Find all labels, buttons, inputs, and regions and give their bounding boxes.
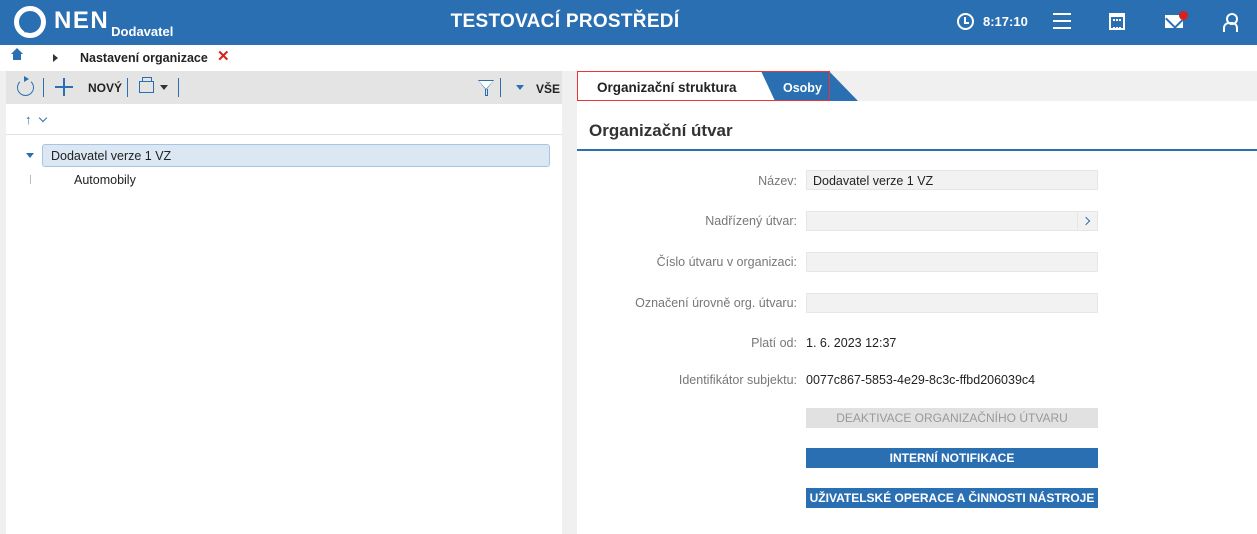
chevron-down-icon[interactable]: [516, 85, 524, 90]
toolbar-divider: [127, 78, 128, 97]
detail-panel: Organizační útvar Název: Dodavatel verze…: [577, 101, 1257, 534]
session-clock: 8:17:10: [957, 13, 1028, 30]
sort-up-icon[interactable]: ↑: [25, 112, 32, 127]
tree-node-child[interactable]: Automobily: [74, 173, 136, 187]
deactivate-unit-button[interactable]: DEAKTIVACE ORGANIZAČNÍHO ÚTVARU: [806, 408, 1098, 428]
filter-stem: [485, 89, 488, 96]
toolbar-divider: [178, 78, 179, 97]
valid-from-value: 1. 6. 2023 12:37: [806, 336, 897, 350]
tab-label[interactable]: Osoby: [783, 81, 822, 95]
tree-toolbar: NOVÝ VŠE: [6, 71, 562, 104]
field-label: Číslo útvaru v organizaci:: [656, 255, 797, 269]
toolbar-divider: [43, 78, 44, 97]
unit-number-field[interactable]: [806, 252, 1098, 272]
chevron-down-icon[interactable]: [38, 113, 48, 123]
clock-time: 8:17:10: [983, 14, 1028, 29]
panel-header: Organizační útvar: [577, 101, 1257, 151]
new-button[interactable]: NOVÝ: [88, 81, 122, 95]
close-icon[interactable]: ✕: [217, 49, 230, 64]
all-filter-button[interactable]: VŠE: [536, 82, 560, 96]
notification-dot: [1179, 11, 1188, 20]
unit-level-field[interactable]: [806, 293, 1098, 313]
tree-panel: NOVÝ VŠE ↑ Dodavatel verze 1 VZ Automobi…: [6, 71, 562, 534]
clock-icon: [957, 13, 974, 30]
tab-strip: Organizační struktura Osoby: [577, 71, 1257, 101]
field-label: Nadřízený útvar:: [705, 214, 797, 228]
print-icon[interactable]: [139, 77, 154, 93]
tree-connector: [30, 175, 31, 184]
breadcrumb: Nastavení organizace ✕: [0, 45, 1257, 71]
name-field[interactable]: Dodavatel verze 1 VZ: [806, 170, 1098, 190]
field-label: Označení úrovně org. útvaru:: [635, 296, 797, 310]
toolbar-divider: [500, 78, 501, 97]
tab-label: Organizační struktura: [597, 80, 737, 95]
field-value: Dodavatel verze 1 VZ: [813, 174, 934, 188]
chevron-right-icon: [53, 54, 58, 62]
top-bar: NEN Dodavatel TESTOVACÍ PROSTŘEDÍ 8:17:1…: [0, 0, 1257, 45]
parent-unit-field[interactable]: [806, 211, 1098, 231]
breadcrumb-current[interactable]: Nastavení organizace: [80, 51, 208, 65]
field-label: Identifikátor subjektu:: [678, 373, 797, 387]
subject-id-value: 0077c867-5853-4e29-8c3c-ffbd206039c4: [806, 373, 1036, 387]
tree-node-root[interactable]: Dodavatel verze 1 VZ: [42, 144, 550, 167]
internal-notification-button[interactable]: INTERNÍ NOTIFIKACE: [806, 448, 1098, 468]
chevron-down-icon[interactable]: [160, 85, 168, 90]
tree-node-label: Dodavatel verze 1 VZ: [51, 149, 172, 163]
page-title: Organizační útvar: [589, 121, 733, 140]
user-operations-button[interactable]: UŽIVATELSKÉ OPERACE A ČINNOSTI NÁSTROJE: [806, 488, 1098, 508]
field-label: Název:: [758, 174, 797, 188]
tab-organizational-structure[interactable]: Organizační struktura: [577, 71, 761, 101]
user-icon[interactable]: [1223, 13, 1238, 32]
plus-icon[interactable]: [55, 78, 73, 96]
chevron-right-icon[interactable]: [1077, 212, 1097, 230]
refresh-icon[interactable]: [17, 76, 34, 96]
calendar-icon[interactable]: [1109, 13, 1125, 30]
menu-icon[interactable]: [1053, 13, 1071, 29]
home-icon[interactable]: [11, 48, 23, 63]
expand-caret-icon[interactable]: [26, 153, 34, 158]
field-label: Platí od:: [751, 336, 797, 350]
sort-row: ↑: [6, 104, 562, 135]
